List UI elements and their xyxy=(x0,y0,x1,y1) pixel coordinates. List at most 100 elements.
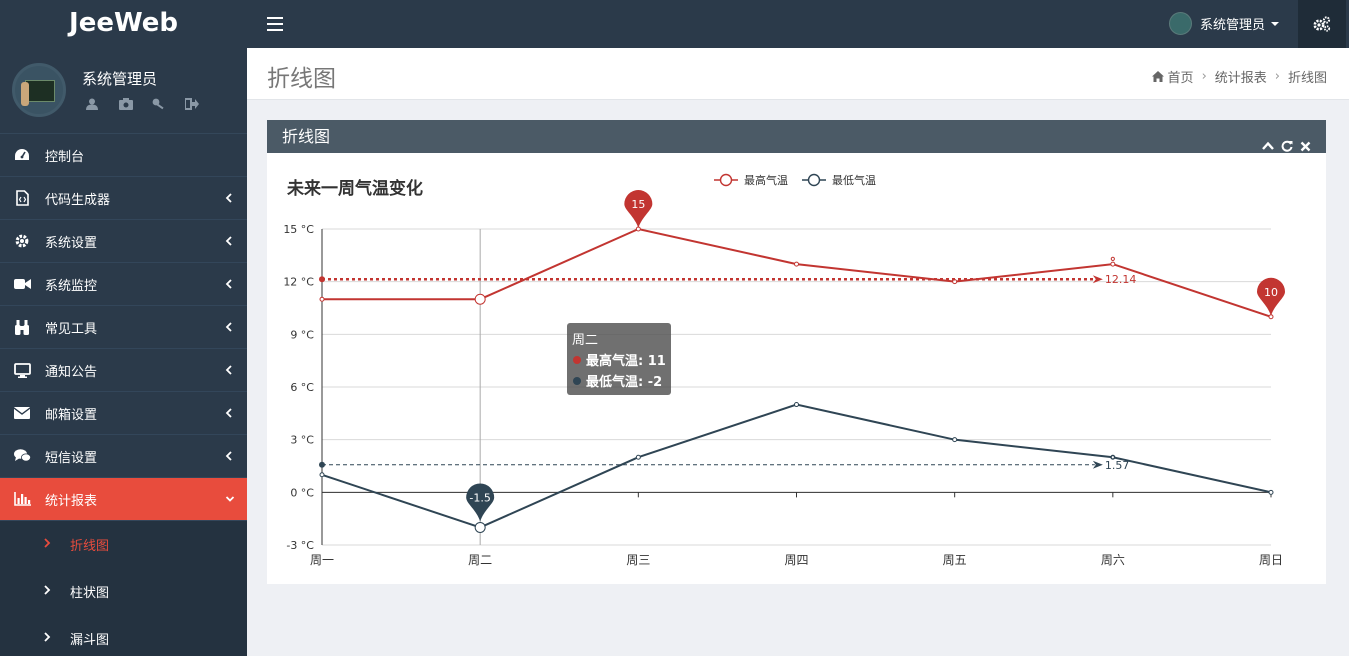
brand-logo[interactable]: JeeWeb xyxy=(0,0,247,48)
breadcrumb-home[interactable]: 首页 xyxy=(1168,67,1194,86)
sidebar-item-1[interactable]: 代码生成器 xyxy=(0,177,247,220)
x-tick-label: 周六 xyxy=(1101,553,1125,567)
video-camera-icon xyxy=(13,276,31,292)
key-icon[interactable] xyxy=(152,95,165,110)
min-temp-mark-pin-label: -1.5 xyxy=(469,491,490,504)
x-tick-label: 周一 xyxy=(310,553,334,567)
chevron-left-icon xyxy=(225,364,233,376)
average-label: 12.14 xyxy=(1105,273,1137,286)
user-name: 系统管理员 xyxy=(82,70,158,88)
sidebar-item-label: 短信设置 xyxy=(45,450,98,466)
top-user-name: 系统管理员 xyxy=(1200,18,1266,33)
data-point xyxy=(1268,489,1274,495)
sidebar-item-label: 邮箱设置 xyxy=(45,407,98,423)
x-tick-label: 周日 xyxy=(1259,553,1283,567)
submenu-item-1[interactable]: 柱状图 xyxy=(0,568,247,615)
breadcrumb: 首页 › 统计报表 › 折线图 xyxy=(1151,67,1327,86)
tooltip-marker xyxy=(573,377,581,385)
legend-marker xyxy=(807,173,821,187)
legend-marker xyxy=(719,173,733,187)
sidebar-item-3[interactable]: 系统监控 xyxy=(0,263,247,306)
gears-icon xyxy=(1313,16,1331,32)
sidebar: JeeWeb 系统管理员 控制台代码生成器系统设置系统监控常见工具通知公告邮箱设… xyxy=(0,0,247,656)
sidebar-item-label: 通知公告 xyxy=(45,364,98,380)
submenu-item-0[interactable]: 折线图 xyxy=(0,521,247,568)
gear-icon xyxy=(13,233,31,249)
sidebar-item-5[interactable]: 通知公告 xyxy=(0,349,247,392)
y-tick-label: -3 °C xyxy=(286,539,314,552)
data-point xyxy=(794,402,799,408)
top-navbar: 系统管理员 xyxy=(247,0,1349,48)
y-tick-label: 6 °C xyxy=(290,381,314,394)
legend-label: 最低气温 xyxy=(832,173,876,187)
caret-down-icon xyxy=(1271,21,1280,26)
breadcrumb-reports[interactable]: 统计报表 xyxy=(1215,67,1267,86)
sidebar-item-8[interactable]: 统计报表 xyxy=(0,478,247,521)
breadcrumb-separator: › xyxy=(1201,69,1207,84)
data-point xyxy=(794,261,799,267)
sidebar-item-0[interactable]: 控制台 xyxy=(0,134,247,177)
x-tick-label: 周三 xyxy=(626,553,650,567)
chevron-right-icon xyxy=(43,537,51,553)
line-chart: -3 °C0 °C3 °C6 °C9 °C12 °C15 °C周一 周二 周三 周四周… xyxy=(283,173,1285,567)
avatar[interactable] xyxy=(12,63,66,117)
chevron-right-icon xyxy=(43,584,51,600)
user-icon[interactable] xyxy=(86,95,99,110)
top-avatar xyxy=(1169,12,1192,35)
data-point xyxy=(319,472,325,478)
x-tick-label: 周二 xyxy=(468,553,492,567)
sidebar-item-label: 系统设置 xyxy=(45,235,98,251)
x-tick-label: 周四 xyxy=(784,553,808,567)
y-tick-label: 12 °C xyxy=(283,276,314,289)
settings-gears-button[interactable] xyxy=(1298,0,1346,48)
sidebar-item-6[interactable]: 邮箱设置 xyxy=(0,392,247,435)
sidebar-item-7[interactable]: 短信设置 xyxy=(0,435,247,478)
page-title: 折线图 xyxy=(267,66,336,92)
min-mark-pin-label: 10 xyxy=(1264,286,1278,299)
data-point xyxy=(635,454,641,460)
submenu-item-label: 柱状图 xyxy=(70,586,110,601)
y-tick-label: 3 °C xyxy=(290,434,314,447)
camera-icon[interactable] xyxy=(119,95,133,110)
logout-icon[interactable] xyxy=(184,95,199,110)
chevron-left-icon xyxy=(225,278,233,290)
chevron-left-icon xyxy=(225,407,233,419)
top-user-menu[interactable]: 系统管理员 xyxy=(1169,12,1280,35)
series-end-marker xyxy=(1110,455,1115,460)
menu-toggle-icon[interactable] xyxy=(267,17,283,31)
legend-label: 最高气温 xyxy=(744,173,788,187)
sidebar-item-2[interactable]: 系统设置 xyxy=(0,220,247,263)
y-tick-label: 9 °C xyxy=(290,328,314,341)
sidebar-item-4[interactable]: 常见工具 xyxy=(0,306,247,349)
average-line-start xyxy=(319,276,325,283)
chevron-down-icon xyxy=(225,493,235,505)
breadcrumb-separator: › xyxy=(1274,69,1280,84)
chevron-left-icon xyxy=(225,235,233,247)
breadcrumb-current: 折线图 xyxy=(1287,71,1327,86)
x-tick-label: 周五 xyxy=(943,553,967,567)
sidebar-item-label: 统计报表 xyxy=(45,493,98,509)
tooltip-title: 周二 xyxy=(572,333,598,348)
comments-icon xyxy=(13,448,31,464)
dashboard-icon xyxy=(13,147,31,163)
envelope-icon xyxy=(13,405,31,421)
data-point xyxy=(952,437,958,443)
submenu-reports: 折线图柱状图漏斗图 xyxy=(0,521,247,656)
chevron-left-icon xyxy=(225,450,233,462)
series-end-marker xyxy=(1110,256,1115,261)
submenu-item-label: 折线图 xyxy=(70,539,110,554)
y-tick-label: 15 °C xyxy=(283,223,314,236)
data-point xyxy=(474,293,486,305)
tooltip-line: 最低气温: -2 xyxy=(586,374,662,390)
submenu-item-2[interactable]: 漏斗图 xyxy=(0,615,247,656)
chevron-left-icon xyxy=(225,321,233,333)
chart-panel: 折线图 未来一周气温变化 -3 °C 0 °C 3 °C 6 °C 9 °C 12 °C 1… xyxy=(267,120,1326,584)
home-icon xyxy=(1151,71,1164,82)
binoculars-icon xyxy=(13,319,31,335)
sidebar-item-label: 控制台 xyxy=(45,149,85,165)
user-panel: 系统管理员 xyxy=(0,48,247,134)
sidebar-item-label: 系统监控 xyxy=(45,278,98,294)
chevron-left-icon xyxy=(225,192,233,204)
bar-chart-icon xyxy=(13,491,31,507)
average-label: 1.57 xyxy=(1105,459,1130,472)
